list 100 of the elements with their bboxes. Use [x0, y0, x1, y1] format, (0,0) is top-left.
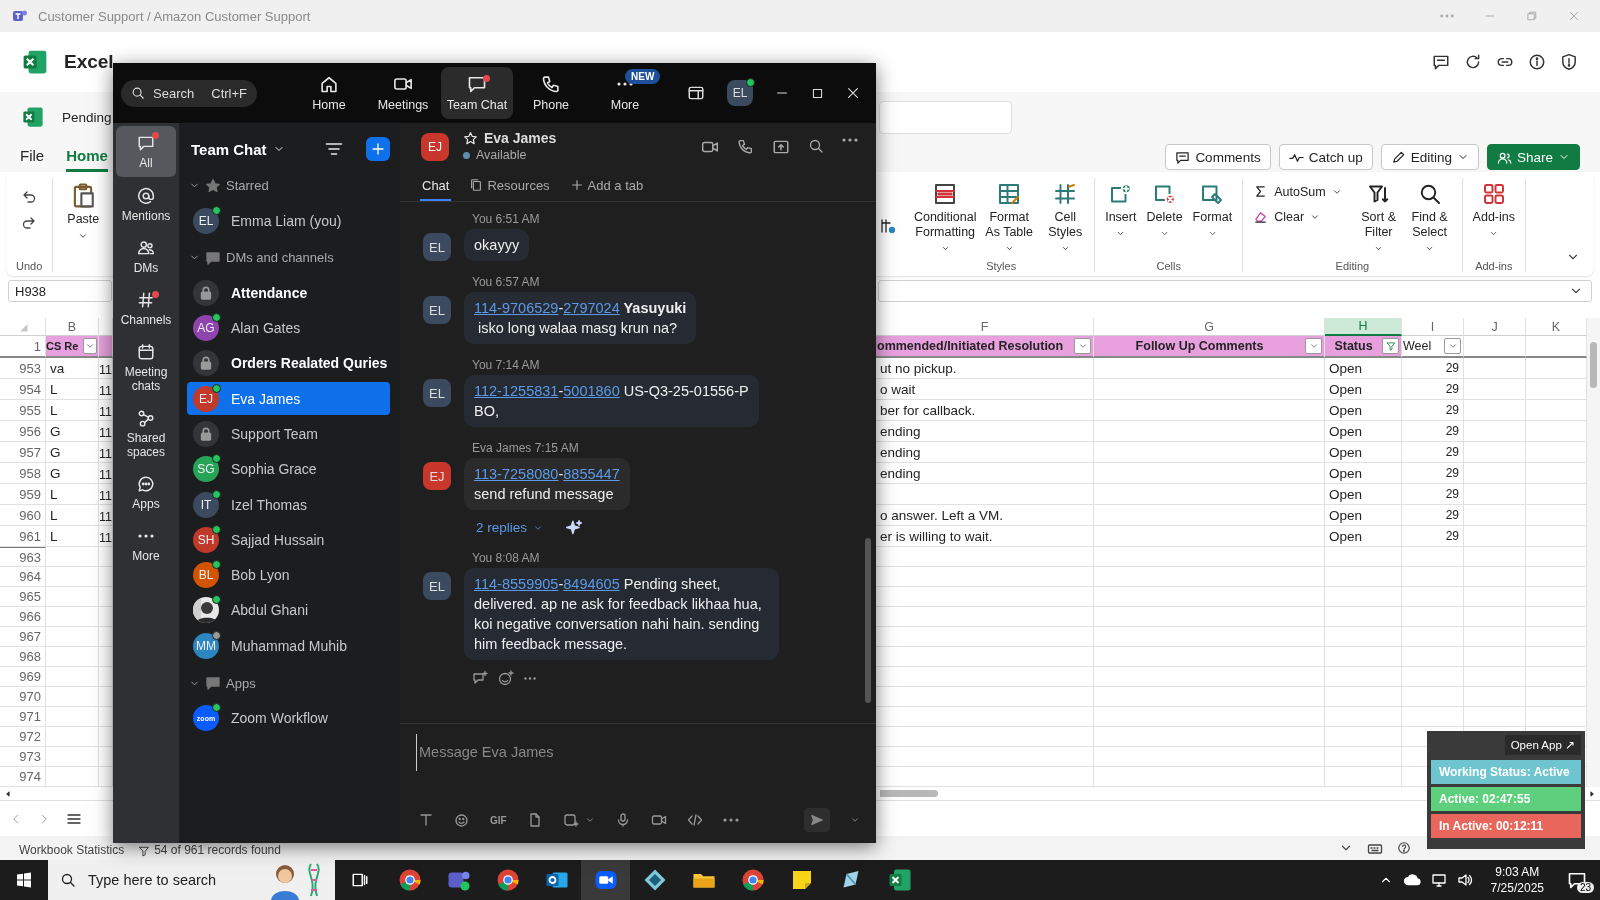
- shield-icon[interactable]: [1560, 53, 1578, 71]
- emoji-icon[interactable]: [454, 812, 470, 828]
- filter-button[interactable]: [1444, 338, 1461, 354]
- nav-tab[interactable]: Home: [293, 67, 365, 119]
- ribbon-button[interactable]: Add-ins: [1468, 178, 1519, 242]
- chat-tab[interactable]: Resources: [467, 171, 552, 201]
- column-header[interactable]: K: [1526, 318, 1587, 336]
- rail-item[interactable]: Apps: [116, 469, 176, 517]
- help-icon[interactable]: [1397, 841, 1411, 855]
- column-header[interactable]: J: [1464, 318, 1526, 336]
- app-icon[interactable]: [593, 868, 618, 892]
- order-link[interactable]: 114-8559905: [474, 576, 559, 592]
- column-header[interactable]: I: [1402, 318, 1464, 336]
- section-header[interactable]: Apps: [187, 664, 390, 702]
- order-link[interactable]: 5001860: [563, 383, 620, 399]
- catch-up-button[interactable]: Catch up: [1278, 144, 1373, 170]
- status-text[interactable]: Workbook Statistics: [19, 844, 125, 857]
- conversation-item[interactable]: BL Bob Lyon: [187, 558, 390, 592]
- search-field[interactable]: Type here to search: [48, 860, 335, 900]
- user-avatar[interactable]: EL: [727, 80, 753, 106]
- rail-item[interactable]: Channels: [116, 285, 176, 333]
- filter-button[interactable]: [83, 338, 97, 354]
- refresh-icon[interactable]: [1464, 53, 1482, 71]
- keyboard-icon[interactable]: [1367, 841, 1383, 857]
- ribbon-button[interactable]: Format: [1188, 178, 1237, 242]
- left-arrow-icon[interactable]: [4, 789, 12, 798]
- right-arrow-icon[interactable]: [1588, 789, 1596, 798]
- ribbon-tab[interactable]: File: [20, 142, 45, 172]
- share-button[interactable]: Share: [1486, 144, 1580, 170]
- comments-button[interactable]: Comments: [1165, 144, 1271, 170]
- conversation-item[interactable]: MM Muhammad Muhib: [187, 629, 390, 663]
- rail-item[interactable]: Meeting chats: [116, 337, 176, 399]
- ribbon-button[interactable]: Sort & Filter: [1355, 178, 1402, 257]
- chat-tab[interactable]: Chat: [420, 171, 452, 201]
- more-icon[interactable]: [722, 818, 739, 822]
- order-link[interactable]: 8494605: [563, 576, 620, 592]
- clock-date[interactable]: 7/25/2025: [1490, 880, 1544, 896]
- scrollbar-thumb[interactable]: [880, 790, 938, 797]
- app-icon[interactable]: [740, 868, 765, 892]
- screenshot-icon[interactable]: [562, 812, 579, 828]
- filter-button[interactable]: [1074, 338, 1091, 354]
- column-header[interactable]: G: [1094, 318, 1325, 336]
- start-icon[interactable]: [16, 872, 32, 888]
- sparkle-icon[interactable]: [565, 518, 584, 537]
- star-icon[interactable]: [463, 130, 478, 146]
- network-icon[interactable]: [1430, 872, 1447, 888]
- rail-item[interactable]: Shared spaces: [116, 403, 176, 465]
- volume-icon[interactable]: [1456, 872, 1473, 888]
- order-link[interactable]: 2797024: [563, 300, 620, 316]
- more-icon[interactable]: [842, 137, 858, 142]
- app-icon[interactable]: [642, 868, 667, 892]
- conversation-item[interactable]: Orders Realated Quries: [187, 346, 390, 380]
- clock-time[interactable]: 9:03 AM: [1495, 864, 1540, 880]
- new-chat-button[interactable]: [366, 137, 390, 161]
- phone-icon[interactable]: [737, 137, 754, 155]
- order-link[interactable]: 112-1255831: [474, 383, 559, 399]
- ribbon-button[interactable]: Delete: [1142, 178, 1187, 242]
- rail-item[interactable]: More: [116, 521, 176, 569]
- maximize-icon[interactable]: [811, 86, 824, 100]
- nav-tab[interactable]: Meetings: [367, 67, 439, 119]
- app-icon[interactable]: [495, 868, 520, 892]
- conversation-item[interactable]: EL Emma Liam (you): [187, 204, 390, 237]
- column-header[interactable]: F: [876, 318, 1094, 336]
- mode-button[interactable]: Editing: [1380, 144, 1479, 170]
- nav-tab[interactable]: Phone: [515, 67, 587, 119]
- conversation-item[interactable]: SH Sajjad Hussain: [187, 523, 390, 557]
- task-view-icon[interactable]: [351, 871, 369, 889]
- search-icon[interactable]: [808, 137, 824, 154]
- conversation-item[interactable]: Abdul Ghani: [187, 593, 390, 627]
- vertical-scrollbar[interactable]: [1587, 318, 1600, 787]
- order-link[interactable]: 113-7258080: [474, 466, 559, 482]
- column-header[interactable]: B: [46, 318, 99, 336]
- open-app-button[interactable]: Open App ↗: [1504, 735, 1581, 755]
- order-link[interactable]: 114-9706529: [474, 300, 559, 316]
- ribbon-button[interactable]: AutoSum: [1249, 182, 1346, 201]
- add-reaction-icon[interactable]: [498, 670, 514, 686]
- conversation-item[interactable]: SG Sophia Grace: [187, 452, 390, 486]
- search-field[interactable]: Search Ctrl+F: [121, 79, 257, 107]
- conversation-item[interactable]: IT Izel Thomas: [187, 488, 390, 522]
- rail-item[interactable]: DMs: [116, 233, 176, 281]
- formula-field[interactable]: [878, 280, 1592, 302]
- close-icon[interactable]: [846, 86, 860, 100]
- cell-icon[interactable]: [880, 218, 897, 234]
- section-header[interactable]: Starred: [187, 167, 390, 204]
- app-icon[interactable]: [887, 868, 912, 892]
- reply-icon[interactable]: [472, 670, 488, 686]
- rail-item[interactable]: Mentions: [116, 181, 176, 229]
- app-icon[interactable]: [397, 868, 422, 892]
- filter-button[interactable]: [1305, 338, 1322, 354]
- nav-tab[interactable]: Team Chat: [441, 67, 513, 119]
- name-box[interactable]: H938: [8, 280, 112, 302]
- conversation-item[interactable]: EJ Eva James: [187, 382, 390, 416]
- conversation-item[interactable]: AG Alan Gates: [187, 311, 390, 345]
- comment-icon[interactable]: [1432, 53, 1450, 71]
- send-button[interactable]: [804, 808, 830, 832]
- chat-tab[interactable]: Add a tab: [567, 171, 646, 201]
- ribbon-button[interactable]: Format As Table: [978, 178, 1041, 257]
- search-field[interactable]: [879, 100, 1012, 134]
- paste-button[interactable]: Paste: [63, 178, 104, 245]
- info-icon[interactable]: [1528, 53, 1546, 71]
